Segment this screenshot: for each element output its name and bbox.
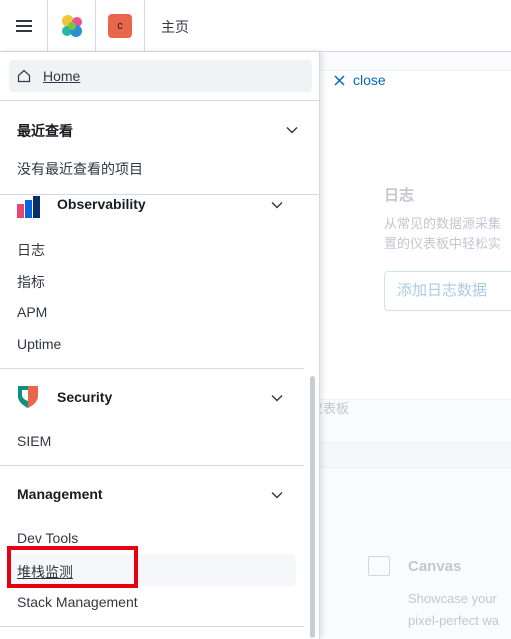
security-icon xyxy=(18,386,38,408)
home-icon xyxy=(17,69,31,83)
divider xyxy=(0,194,319,195)
nav-item-dev-tools[interactable]: Dev Tools xyxy=(17,530,78,546)
observability-icon xyxy=(17,196,40,218)
close-link[interactable]: close xyxy=(334,72,386,88)
canvas-icon xyxy=(368,556,390,576)
elastic-logo-link[interactable] xyxy=(48,0,96,52)
nav-item-siem[interactable]: SIEM xyxy=(17,433,51,449)
observability-section-title[interactable]: Observability xyxy=(57,196,146,212)
nav-item-logs[interactable]: 日志 xyxy=(17,240,45,260)
chevron-down-icon[interactable] xyxy=(270,391,284,405)
hamburger-icon xyxy=(15,20,32,32)
chevron-down-icon[interactable] xyxy=(270,198,284,212)
background-page: close 日志 从常见的数据源采集 置的仪表板中轻松实 添加日志数据 仪表板 … xyxy=(310,52,511,639)
nav-scrollbar[interactable] xyxy=(310,376,315,638)
divider xyxy=(0,100,319,101)
chevron-down-icon[interactable] xyxy=(285,123,299,137)
home-label: Home xyxy=(43,68,81,84)
nav-item-apm[interactable]: APM xyxy=(17,304,47,320)
section-band xyxy=(320,442,511,468)
menu-toggle-button[interactable] xyxy=(0,0,48,52)
management-section-title[interactable]: Management xyxy=(17,486,103,502)
security-section-title[interactable]: Security xyxy=(57,389,112,405)
annotation-highlight-box xyxy=(7,546,138,588)
space-avatar: c xyxy=(108,14,132,38)
elastic-logo-icon xyxy=(61,15,82,37)
logs-card-title: 日志 xyxy=(384,187,415,204)
divider xyxy=(0,368,304,369)
divider xyxy=(0,626,304,627)
recent-section-title[interactable]: 最近查看 xyxy=(17,121,73,141)
canvas-description: Showcase your pixel-perfect wa xyxy=(408,591,500,628)
nav-item-metrics[interactable]: 指标 xyxy=(17,272,45,292)
add-logs-button[interactable]: 添加日志数据 xyxy=(384,271,511,311)
nav-item-stack-management[interactable]: Stack Management xyxy=(17,594,138,610)
nav-item-uptime[interactable]: Uptime xyxy=(17,336,61,352)
navigation-flyout: Home 最近查看 没有最近查看的项目 Observability 日志 指标 … xyxy=(0,52,320,639)
close-icon xyxy=(334,74,345,86)
recent-empty-text: 没有最近查看的项目 xyxy=(17,161,143,177)
nav-home-link[interactable]: Home xyxy=(9,60,312,92)
breadcrumb: 主页 xyxy=(161,19,189,35)
canvas-title: Canvas xyxy=(408,558,462,575)
logs-card-description: 从常见的数据源采集 置的仪表板中轻松实 xyxy=(384,216,502,251)
divider xyxy=(0,465,304,466)
close-label: close xyxy=(353,72,386,88)
chevron-down-icon[interactable] xyxy=(270,488,284,502)
space-selector[interactable]: c xyxy=(96,0,145,52)
top-header: c 主页 xyxy=(0,0,511,52)
